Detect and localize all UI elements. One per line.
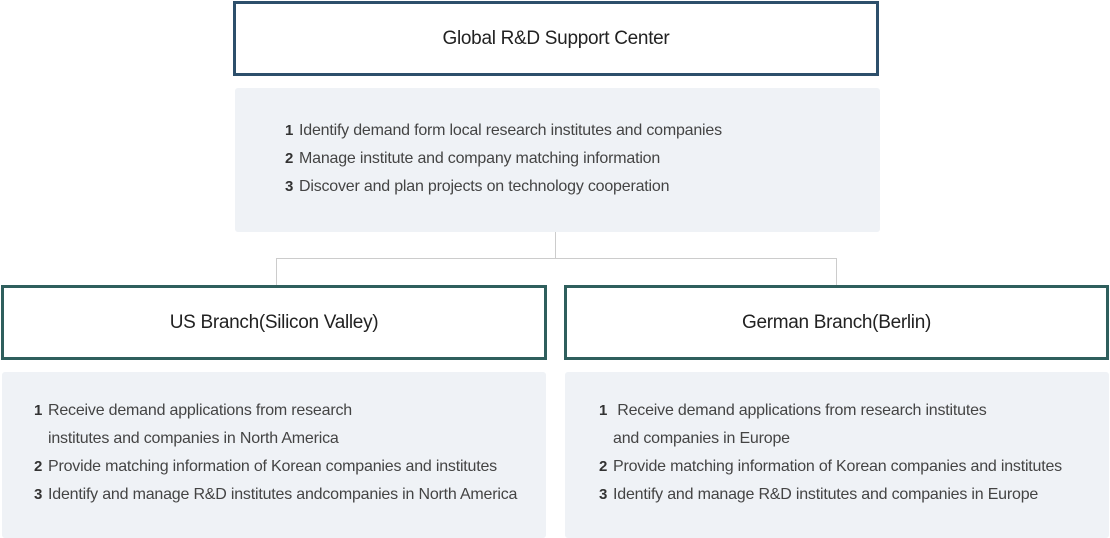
list-item-text: Receive demand applications from researc… <box>48 402 352 447</box>
list-item: 2 Provide matching information of Korean… <box>34 453 534 481</box>
list-item-number: 3 <box>34 486 43 503</box>
list-item: 1 Receive demand applications from resea… <box>34 397 534 453</box>
center-duty-list: 1 Identify demand form local research in… <box>285 117 865 201</box>
list-item: 3 Identify and manage R&D institutes and… <box>599 481 1099 509</box>
connector-vertical-german <box>836 258 837 285</box>
us-branch-node: US Branch(Silicon Valley) <box>1 285 547 360</box>
german-branch-panel: 1 Receive demand applications from resea… <box>565 372 1109 538</box>
us-branch-panel: 1 Receive demand applications from resea… <box>2 372 546 538</box>
german-branch-title: German Branch(Berlin) <box>741 311 932 333</box>
list-item-number: 1 <box>285 122 294 139</box>
list-item-number: 2 <box>285 150 294 167</box>
list-item-text: Discover and plan projects on technology… <box>299 178 670 195</box>
center-node-title: Global R&D Support Center <box>442 27 670 49</box>
list-item-number: 1 <box>599 402 608 419</box>
center-panel: 1 Identify demand form local research in… <box>235 88 880 232</box>
german-branch-node: German Branch(Berlin) <box>564 285 1109 360</box>
list-item: 1 Identify demand form local research in… <box>285 117 865 145</box>
list-item-number: 3 <box>285 178 294 195</box>
list-item-text: Manage institute and company matching in… <box>299 150 661 167</box>
list-item-number: 2 <box>34 458 43 475</box>
list-item: 2 Manage institute and company matching … <box>285 145 865 173</box>
list-item: 2 Provide matching information of Korean… <box>599 453 1099 481</box>
us-branch-title: US Branch(Silicon Valley) <box>169 311 379 333</box>
list-item-text: Provide matching information of Korean c… <box>48 458 497 475</box>
connector-vertical-us <box>276 258 277 285</box>
list-item: 3 Identify and manage R&D institutes and… <box>34 481 534 509</box>
list-item-text: Identify and manage R&D institutes and c… <box>613 486 1039 503</box>
list-item-number: 1 <box>34 402 43 419</box>
us-branch-duty-list: 1 Receive demand applications from resea… <box>34 397 534 509</box>
list-item-number: 3 <box>599 486 608 503</box>
list-item-text: Identify and manage R&D institutes andco… <box>48 486 518 503</box>
german-branch-duty-list: 1 Receive demand applications from resea… <box>599 397 1099 509</box>
list-item: 3 Discover and plan projects on technolo… <box>285 173 865 201</box>
list-item-text: Provide matching information of Korean c… <box>613 458 1062 475</box>
list-item: 1 Receive demand applications from resea… <box>599 397 1099 453</box>
connector-vertical-center <box>555 232 556 258</box>
list-item-number: 2 <box>599 458 608 475</box>
list-item-text: Identify demand form local research inst… <box>299 122 722 139</box>
list-item-text: Receive demand applications from researc… <box>613 402 991 447</box>
connector-horizontal <box>276 258 837 259</box>
center-node: Global R&D Support Center <box>233 1 879 76</box>
